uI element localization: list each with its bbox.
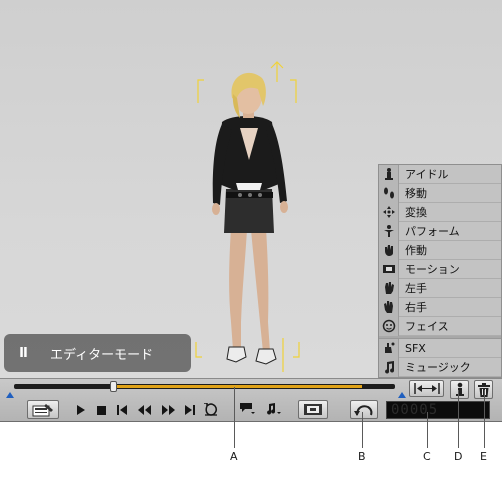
fast-forward-icon — [161, 405, 175, 415]
music-note-icon — [267, 403, 281, 415]
timeline-start-marker[interactable] — [6, 392, 14, 398]
timeline-end-marker[interactable] — [398, 392, 406, 398]
menu-item-label: 左手 — [405, 282, 427, 295]
action-hand-icon — [379, 240, 399, 260]
menu-item-sfx[interactable]: SFX — [379, 338, 501, 358]
skip-start-icon — [117, 405, 127, 415]
selection-bracket-bottom — [195, 338, 300, 372]
menu-item-label: アイドル — [405, 168, 449, 181]
music-note-icon — [379, 357, 399, 377]
left-hand-icon — [379, 278, 399, 298]
frame-counter: 00005 — [386, 401, 490, 419]
menu-item-perform[interactable]: パフォーム — [379, 221, 501, 241]
face-icon — [379, 316, 399, 336]
menu-item-label: 変換 — [405, 206, 427, 219]
undo-curve-icon — [354, 404, 373, 416]
callout-label-d: D — [454, 450, 463, 463]
footprints-icon — [379, 183, 399, 203]
menu-item-face[interactable]: フェイス — [379, 316, 501, 336]
character-pose-button[interactable] — [450, 380, 469, 399]
menu-item-left-hand[interactable]: 左手 — [379, 278, 501, 298]
expand-horizontal-icon — [413, 383, 440, 394]
callout-label-c: C — [423, 450, 431, 463]
play-icon — [77, 405, 85, 415]
play-button[interactable] — [73, 402, 89, 418]
edit-clip-button[interactable] — [27, 400, 59, 419]
undo-button[interactable] — [350, 400, 378, 419]
editor-mode-label: エディターモード — [50, 347, 154, 363]
figure-icon — [455, 382, 464, 396]
menu-item-action[interactable]: 作動 — [379, 240, 501, 260]
skip-end-icon — [185, 405, 195, 415]
timeline-playhead[interactable] — [110, 381, 117, 392]
callout-line-b — [362, 412, 363, 448]
right-hand-icon — [379, 297, 399, 317]
3d-viewport[interactable]: II エディターモード アイドル 移動 変換 パフォーム 作動 モーション 左手… — [0, 0, 502, 378]
timeline-track[interactable] — [14, 381, 395, 392]
menu-item-label: パフォーム — [405, 225, 460, 238]
stop-icon — [96, 405, 106, 415]
rewind-icon — [137, 405, 151, 415]
menu-item-label: 右手 — [405, 301, 427, 314]
loop-icon — [204, 402, 218, 416]
motion-film-icon — [379, 259, 399, 279]
callout-line-d — [458, 390, 459, 448]
menu-item-label: モーション — [405, 263, 460, 276]
timeline-progress — [113, 385, 362, 388]
stop-button[interactable] — [93, 402, 109, 418]
transform-arrows-icon — [379, 202, 399, 222]
menu-item-music[interactable]: ミュージック — [379, 357, 501, 377]
callout-line-e — [484, 390, 485, 448]
music-dropdown-button[interactable] — [264, 401, 284, 417]
speech-dropdown-button[interactable] — [238, 401, 258, 417]
menu-item-motion[interactable]: モーション — [379, 259, 501, 279]
skip-to-start-button[interactable] — [114, 402, 130, 418]
perform-figure-icon — [379, 221, 399, 241]
callout-label-a: A — [230, 450, 238, 463]
film-icon — [304, 404, 322, 415]
menu-item-move[interactable]: 移動 — [379, 183, 501, 203]
loop-button[interactable] — [203, 401, 219, 417]
clipboard-edit-icon — [32, 403, 53, 416]
pause-icon[interactable]: II — [12, 346, 34, 361]
menu-item-label: 作動 — [405, 244, 427, 257]
rewind-button[interactable] — [136, 402, 152, 418]
idle-figure-icon — [379, 164, 399, 184]
menu-item-right-hand[interactable]: 右手 — [379, 297, 501, 317]
callout-line-a — [234, 387, 235, 448]
motion-menu: アイドル 移動 変換 パフォーム 作動 モーション 左手 右手 フェイス SFX… — [378, 164, 502, 378]
fit-timeline-button[interactable] — [409, 380, 444, 397]
speech-bubble-icon — [240, 403, 255, 414]
menu-item-label: SFX — [405, 341, 426, 355]
sfx-hand-icon — [379, 338, 399, 358]
film-clip-button[interactable] — [298, 400, 328, 419]
callout-label-b: B — [358, 450, 366, 463]
menu-item-transform[interactable]: 変換 — [379, 202, 501, 222]
menu-item-label: フェイス — [405, 320, 449, 333]
menu-item-idle[interactable]: アイドル — [379, 164, 501, 184]
skip-to-end-button[interactable] — [182, 402, 198, 418]
callout-label-e: E — [480, 450, 487, 463]
menu-item-label: 移動 — [405, 187, 427, 200]
editor-mode-badge[interactable]: II エディターモード — [4, 334, 191, 372]
menu-item-label: ミュージック — [405, 361, 471, 374]
callout-line-c — [427, 412, 428, 448]
fast-forward-button[interactable] — [160, 402, 176, 418]
